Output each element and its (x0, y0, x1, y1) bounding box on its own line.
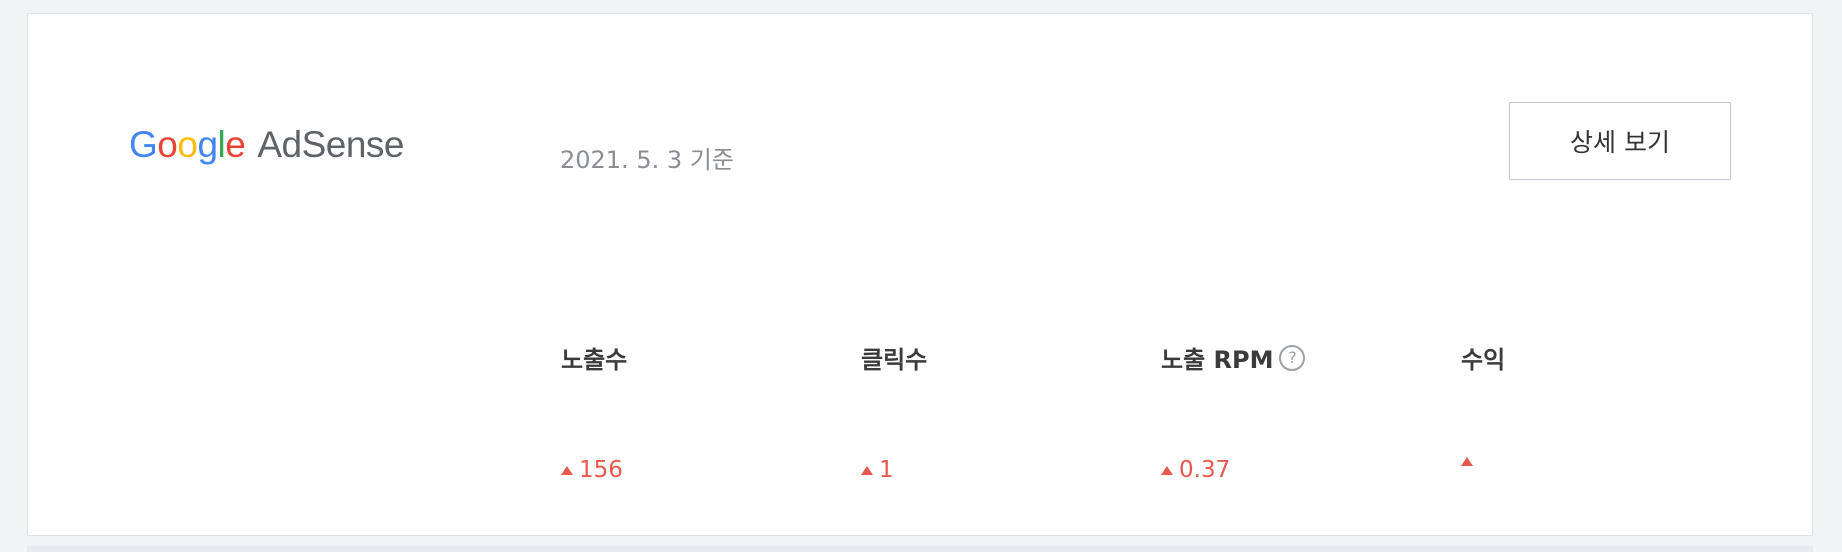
logo-letter: o (157, 124, 178, 165)
metric-label-revenue: 수익 (1461, 346, 1506, 374)
metric-label-text: 노출 RPM (1161, 346, 1274, 374)
metric-value-impressions: 156 (561, 457, 623, 483)
logo-letter: G (129, 124, 158, 165)
metric-value-clicks: 1 (861, 457, 894, 483)
view-details-button[interactable]: 상세 보기 (1509, 102, 1731, 180)
metric-value-rpm: 0.37 (1161, 457, 1230, 483)
metric-value-revenue (1461, 457, 1479, 466)
logo-letter: e (225, 124, 246, 165)
metric-label-rpm: 노출 RPM ? (1161, 340, 1306, 375)
trend-up-icon (1461, 457, 1473, 466)
logo-letter: o (177, 124, 198, 165)
metric-label-impressions: 노출수 (561, 346, 628, 374)
trend-up-icon (561, 465, 573, 475)
adsense-card: Go o g l e AdSense 2021. 5. 3 기준 상세 보기 노출수 15… (27, 13, 1813, 536)
metric-label-clicks: 클릭수 (861, 346, 928, 374)
trend-up-icon (1161, 465, 1173, 475)
google-adsense-logo: Go o g l e AdSense (129, 117, 404, 173)
trend-up-icon (861, 465, 873, 475)
logo-letter: g (197, 124, 218, 165)
date-label: 2021. 5. 3 기준 (560, 146, 734, 174)
logo-letter: l (217, 124, 226, 165)
metric-value-text: 0.37 (1179, 457, 1231, 483)
metric-value-text: 1 (879, 457, 894, 483)
question-circle-icon[interactable]: ? (1279, 344, 1306, 371)
logo-product-name: AdSense (257, 124, 404, 165)
next-card-edge (27, 546, 1813, 552)
metric-value-text: 156 (579, 457, 623, 483)
